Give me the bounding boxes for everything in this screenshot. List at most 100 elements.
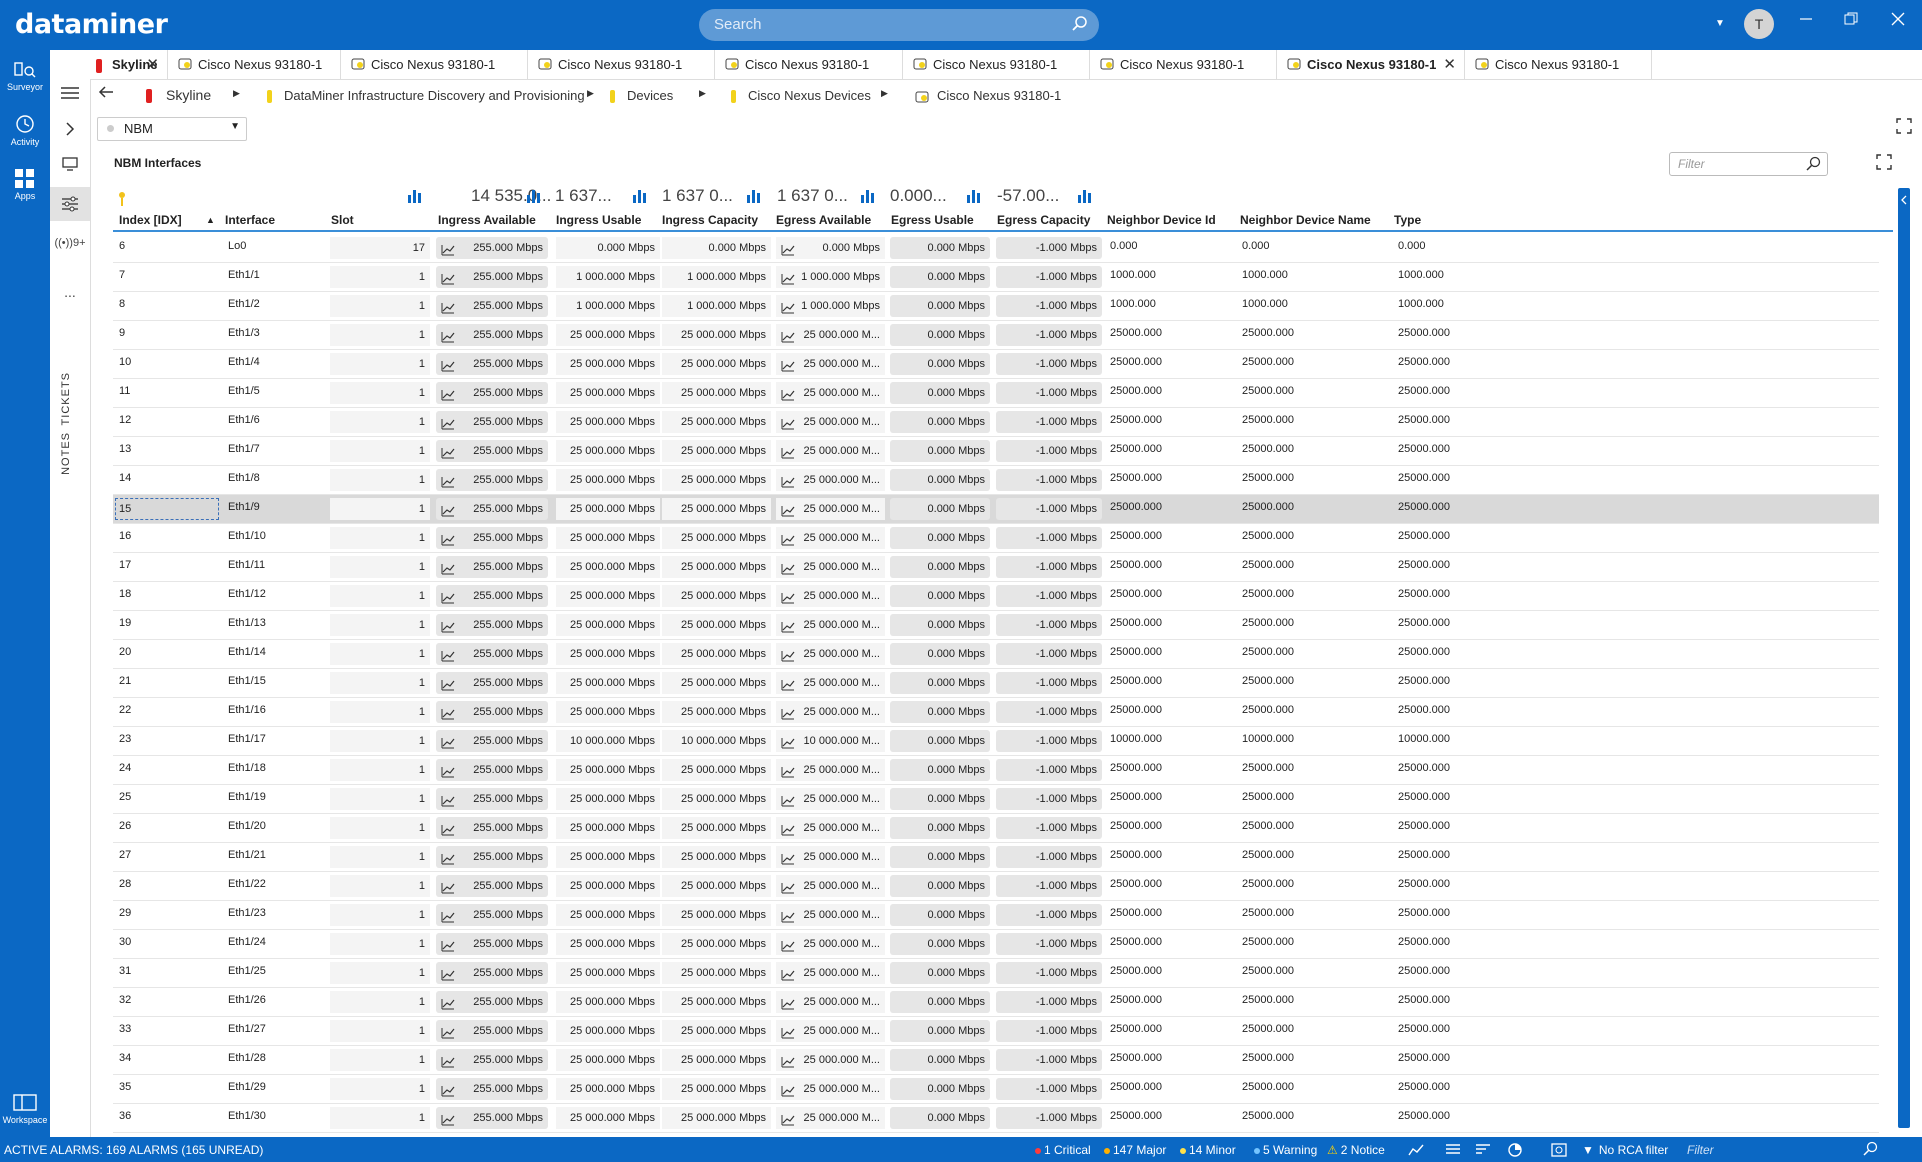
rail-workspace[interactable]: Workspace (0, 1093, 50, 1125)
table-row[interactable]: 20 Eth1/14 1 255.000 Mbps 25 000.000 Mbps 25 … (113, 640, 1879, 669)
breadcrumb-separator-icon[interactable]: ▶ (699, 88, 706, 99)
breadcrumb-separator-icon[interactable]: ▶ (881, 88, 888, 99)
trend-graph-icon[interactable] (441, 851, 455, 873)
trend-graph-icon[interactable] (781, 996, 795, 1018)
trend-graph-icon[interactable] (441, 329, 455, 351)
column-header-egress-usable[interactable]: Egress Usable (891, 213, 974, 227)
close-icon[interactable] (1891, 12, 1905, 31)
trend-graph-icon[interactable] (441, 242, 455, 264)
trend-graph-icon[interactable] (781, 1112, 795, 1134)
trend-graph-icon[interactable] (781, 822, 795, 844)
breadcrumb-item[interactable]: Cisco Nexus 93180-1 (915, 88, 1061, 103)
active-alarms-summary[interactable]: ACTIVE ALARMS: 169 ALARMS (165 UNREAD) (4, 1143, 263, 1157)
table-row[interactable]: 13 Eth1/7 1 255.000 Mbps 25 000.000 Mbps 25 0… (113, 437, 1879, 466)
column-header-ingress-available[interactable]: Ingress Available (438, 213, 536, 227)
column-header-slot[interactable]: Slot (331, 213, 354, 227)
tab-close-icon[interactable]: ✕ (146, 50, 159, 79)
focus-icon[interactable] (1551, 1143, 1567, 1160)
trend-graph-icon[interactable] (441, 619, 455, 641)
column-header-neighbor-device-id[interactable]: Neighbor Device Id (1107, 213, 1216, 227)
table-row[interactable]: 31 Eth1/25 1 255.000 Mbps 25 000.000 Mbps 25 … (113, 959, 1879, 988)
trend-graph-icon[interactable] (441, 474, 455, 496)
trend-graph-icon[interactable] (441, 445, 455, 467)
expand-chevron-icon[interactable] (50, 122, 90, 141)
trend-graph-icon[interactable] (781, 300, 795, 322)
table-row[interactable]: 25 Eth1/19 1 255.000 Mbps 25 000.000 Mbps 25 … (113, 785, 1879, 814)
table-row[interactable]: 22 Eth1/16 1 255.000 Mbps 25 000.000 Mbps 25 … (113, 698, 1879, 727)
tab-element[interactable]: Cisco Nexus 93180-1 (1465, 50, 1652, 79)
more-icon[interactable]: ... (50, 284, 90, 300)
trend-graph-icon[interactable] (781, 474, 795, 496)
trend-graph-icon[interactable] (781, 909, 795, 931)
sort-ascending-icon[interactable]: ▲ (206, 215, 215, 225)
trend-graph-icon[interactable] (441, 1025, 455, 1047)
table-row[interactable]: 29 Eth1/23 1 255.000 Mbps 25 000.000 Mbps 25 … (113, 901, 1879, 930)
trend-graph-icon[interactable] (781, 503, 795, 525)
tab-element[interactable]: Cisco Nexus 93180-1 (168, 50, 341, 79)
trend-graph-icon[interactable] (441, 938, 455, 960)
trend-graph-icon[interactable] (441, 793, 455, 815)
filter-dropdown-icon[interactable]: ▼ (1715, 18, 1725, 29)
table-row[interactable]: 19 Eth1/13 1 255.000 Mbps 25 000.000 Mbps 25 … (113, 611, 1879, 640)
trend-graph-icon[interactable] (441, 561, 455, 583)
rail-surveyor[interactable]: Surveyor (0, 60, 50, 92)
tab-element-active[interactable]: Cisco Nexus 93180-1 ✕ (1277, 50, 1465, 79)
trend-graph-icon[interactable] (441, 735, 455, 757)
critical-alarm-count[interactable]: 1 Critical (1035, 1143, 1091, 1157)
scrollbar-thumb[interactable] (1898, 188, 1910, 1128)
parameters-icon[interactable] (50, 187, 90, 221)
trend-graph-icon[interactable] (441, 677, 455, 699)
rail-activity[interactable]: Activity (0, 113, 50, 147)
breadcrumb-separator-icon[interactable]: ▶ (233, 88, 240, 99)
trend-graph-icon[interactable] (781, 271, 795, 293)
trend-chart-icon[interactable] (746, 189, 762, 208)
column-header-ingress-capacity[interactable]: Ingress Capacity (662, 213, 758, 227)
table-row[interactable]: 36 Eth1/30 1 255.000 Mbps 25 000.000 Mbps 25 … (113, 1104, 1879, 1133)
notes-tab[interactable]: NOTES (60, 432, 80, 475)
trend-graph-icon[interactable] (781, 880, 795, 902)
trend-graph-icon[interactable] (441, 822, 455, 844)
trend-graph-icon[interactable] (441, 532, 455, 554)
trend-graph-icon[interactable] (781, 706, 795, 728)
search-icon[interactable] (1071, 15, 1089, 38)
column-header-egress-available[interactable]: Egress Available (776, 213, 871, 227)
trend-graph-icon[interactable] (441, 1083, 455, 1105)
trend-chart-icon[interactable] (407, 189, 423, 208)
table-row[interactable]: 32 Eth1/26 1 255.000 Mbps 25 000.000 Mbps 25 … (113, 988, 1879, 1017)
restore-icon[interactable] (1844, 12, 1858, 31)
trend-graph-icon[interactable] (441, 909, 455, 931)
trend-graph-icon[interactable] (781, 793, 795, 815)
trend-graph-icon[interactable] (781, 1083, 795, 1105)
monitor-icon[interactable] (50, 157, 90, 176)
trend-graph-icon[interactable] (441, 764, 455, 786)
trend-graph-icon[interactable] (781, 1054, 795, 1076)
breadcrumb-separator-icon[interactable]: ▶ (587, 88, 594, 99)
breadcrumb-item[interactable]: Devices (610, 88, 673, 104)
trend-graph-icon[interactable] (441, 967, 455, 989)
trend-graph-icon[interactable] (441, 590, 455, 612)
trend-graph-icon[interactable] (781, 416, 795, 438)
trend-graph-icon[interactable] (781, 619, 795, 641)
trend-graph-icon[interactable] (781, 329, 795, 351)
tab-skyline[interactable]: Skyline ✕ (90, 50, 168, 79)
warning-alarm-count[interactable]: 5 Warning (1254, 1143, 1317, 1157)
breadcrumb-item[interactable]: Cisco Nexus Devices (731, 88, 871, 104)
table-row[interactable]: 8 Eth1/2 1 255.000 Mbps 1 000.000 Mbps 1 000.… (113, 292, 1879, 321)
trend-chart-icon[interactable] (526, 189, 542, 208)
trend-graph-icon[interactable] (441, 358, 455, 380)
tab-element[interactable]: Cisco Nexus 93180-1 (1090, 50, 1277, 79)
list-view-icon[interactable] (1446, 1143, 1460, 1158)
table-fullscreen-icon[interactable] (1876, 154, 1892, 175)
table-row[interactable]: 18 Eth1/12 1 255.000 Mbps 25 000.000 Mbps 25 … (113, 582, 1879, 611)
vertical-scrollbar[interactable] (1896, 182, 1912, 1132)
status-search-icon[interactable] (1862, 1141, 1878, 1160)
table-row[interactable]: 17 Eth1/11 1 255.000 Mbps 25 000.000 Mbps 25 … (113, 553, 1879, 582)
search-input[interactable]: Search (699, 9, 1099, 41)
trend-chart-icon[interactable] (860, 189, 876, 208)
pie-chart-icon[interactable] (1508, 1143, 1522, 1160)
major-alarm-count[interactable]: 147 Major (1104, 1143, 1166, 1157)
trend-graph-icon[interactable] (441, 648, 455, 670)
trend-graph-icon[interactable] (441, 387, 455, 409)
table-row[interactable]: 28 Eth1/22 1 255.000 Mbps 25 000.000 Mbps 25 … (113, 872, 1879, 901)
trend-graph-icon[interactable] (441, 996, 455, 1018)
